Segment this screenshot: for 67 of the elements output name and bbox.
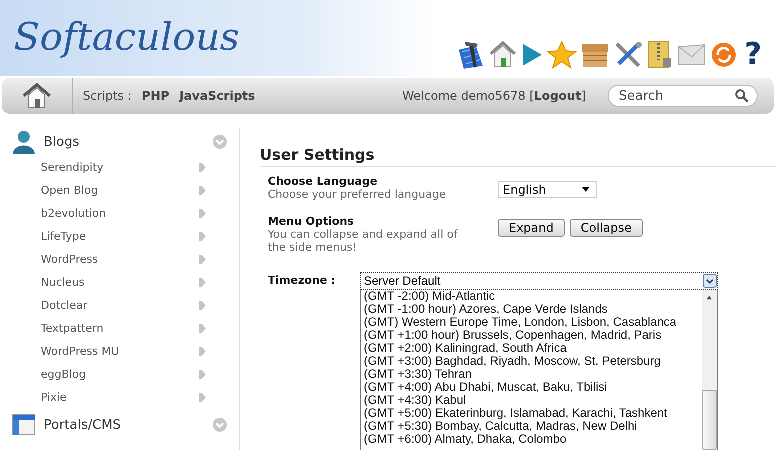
timezone-option[interactable]: (GMT +4:30) Kabul	[364, 394, 702, 407]
sidebar-item[interactable]: LifeType	[41, 230, 199, 243]
menu-button[interactable]: Collapse	[570, 219, 643, 237]
arrow-right-icon	[199, 278, 206, 287]
dropdown-button-icon[interactable]	[703, 274, 717, 288]
setting-label: Menu Options	[268, 215, 356, 228]
timezone-option[interactable]: (GMT +5:30) Bombay, Calcutta, Madras, New Delhi	[364, 420, 702, 433]
timezone-option[interactable]: (GMT +1:00 hour) Brussels, Copenhagen, Madrid, Paris	[364, 329, 702, 342]
timezone-option[interactable]: (GMT +6:00) Almaty, Dhaka, Colombo	[364, 433, 702, 446]
timezone-option[interactable]: (GMT +2:00) Kaliningrad, South Africa	[364, 342, 702, 355]
arrow-right-icon	[199, 370, 206, 379]
dropdown-arrow-icon	[582, 187, 590, 192]
arrow-right-icon	[199, 301, 206, 310]
timezone-select[interactable]: Server Default	[360, 272, 718, 290]
arrow-right-icon	[199, 209, 206, 218]
sidebar-item[interactable]: Pixie	[41, 391, 199, 404]
refresh-icon[interactable]	[710, 41, 738, 69]
sidebar-item[interactable]: Serendipity	[41, 161, 199, 174]
person-icon	[12, 130, 36, 154]
window-icon	[12, 414, 36, 436]
house-icon[interactable]	[22, 82, 52, 110]
setting-hint: You can collapse and expand all of the side menus!	[268, 228, 459, 254]
star-icon[interactable]	[546, 40, 577, 70]
search-icon[interactable]	[735, 89, 749, 103]
nav-link[interactable]: PHP	[142, 89, 170, 103]
help-icon[interactable]: ?	[744, 40, 762, 70]
timezone-option[interactable]: (GMT +5:00) Ekaterinburg, Islamabad, Karachi, Tashkent	[364, 407, 702, 420]
scrollbar[interactable]	[702, 290, 717, 450]
timezone-option[interactable]: (GMT +3:00) Baghdad, Riyadh, Moscow, St. Petersburg	[364, 355, 702, 368]
arrow-right-icon	[199, 324, 206, 333]
sidebar-item[interactable]: Nucleus	[41, 276, 199, 289]
category-title[interactable]: Portals/CMS	[44, 418, 213, 432]
page-title: User Settings	[260, 146, 776, 167]
sidebar-item[interactable]: Open Blog	[41, 184, 199, 197]
scripts-label: Scripts :	[83, 89, 132, 103]
sidebar-item[interactable]: b2evolution	[41, 207, 199, 220]
scrollbar-thumb[interactable]	[702, 390, 717, 450]
arrow-right-icon	[199, 393, 206, 402]
sidebar-item[interactable]: eggBlog	[41, 368, 199, 381]
search-field[interactable]: Search	[608, 85, 758, 107]
arrow-right-icon	[199, 232, 206, 241]
language-select[interactable]: English	[498, 181, 597, 198]
arrow-right-icon	[199, 163, 206, 172]
zip-folder-icon[interactable]	[646, 40, 674, 70]
sidebar-item[interactable]: WordPress	[41, 253, 199, 266]
setting-label: Timezone :	[268, 273, 337, 289]
scroll-up-icon[interactable]	[706, 296, 713, 300]
arrow-right-icon	[199, 186, 206, 195]
arrow-right-icon	[199, 347, 206, 356]
timezone-option[interactable]: (GMT +3:30) Tehran	[364, 368, 702, 381]
house-icon[interactable]	[488, 40, 517, 70]
arrow-right-icon	[199, 255, 206, 264]
tools-icon[interactable]	[612, 40, 643, 70]
welcome-text: Welcome demo5678 [Logout]	[402, 89, 586, 103]
category-title[interactable]: Blogs	[44, 134, 213, 150]
setting-label: Choose Language	[268, 175, 379, 188]
timezone-option[interactable]: (GMT +4:00) Abu Dhabi, Muscat, Baku, Tbilisi	[364, 381, 702, 394]
logo: Softaculous	[14, 15, 240, 59]
nav-link[interactable]: JavaScripts	[180, 89, 256, 103]
timezone-option[interactable]: (GMT) Western Europe Time, London, Lisbon, Casablanca	[364, 316, 702, 329]
sidebar-item[interactable]: Dotclear	[41, 299, 199, 312]
timezone-option[interactable]: (GMT -1:00 hour) Azores, Cape Verde Islands	[364, 303, 702, 316]
sidebar-item[interactable]: WordPress MU	[41, 345, 199, 358]
sidebar-item[interactable]: Textpattern	[41, 322, 199, 335]
setting-hint: Choose your preferred language	[268, 188, 448, 201]
timezone-option[interactable]: (GMT -2:00) Mid-Atlantic	[364, 290, 702, 303]
menu-button[interactable]: Expand	[498, 219, 565, 237]
